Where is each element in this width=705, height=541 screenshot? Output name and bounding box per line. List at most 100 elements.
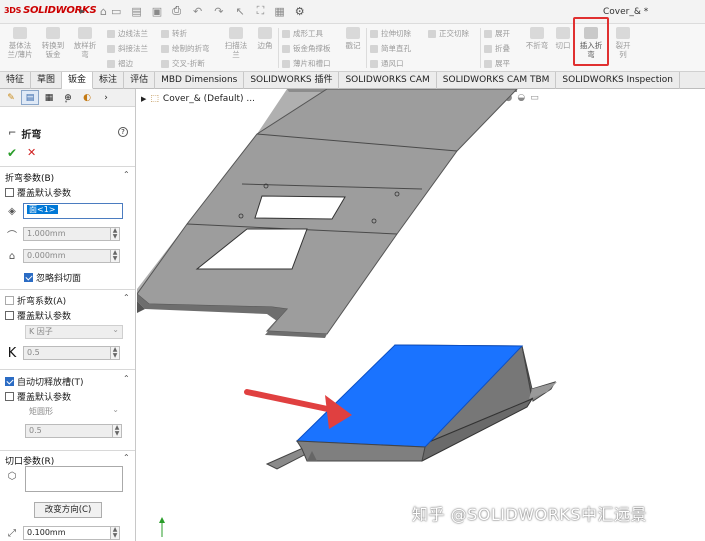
relief-override-checkbox[interactable]: 覆盖默认参数 xyxy=(5,390,71,403)
checkbox-box[interactable] xyxy=(5,392,14,401)
k-factor-spinner[interactable]: ▲ ▼ xyxy=(110,346,120,360)
graphics-viewport[interactable]: ▶⬚Cover_& (Default) ... ⊕ ⌕ ↶ ◧ ✎ ▣ ◆ ◉ … xyxy=(137,89,705,541)
select-pointer-icon[interactable]: ↖ xyxy=(235,5,244,18)
home-icon[interactable]: ⌂ xyxy=(100,5,107,18)
redo-icon[interactable]: ↷ xyxy=(214,5,223,18)
vent-button[interactable]: 通风口 xyxy=(370,58,404,69)
bend-override-checkbox[interactable]: 覆盖默认参数 xyxy=(5,186,71,199)
lofted-bend-button[interactable]: 放样折弯 xyxy=(70,27,100,59)
section-divider xyxy=(0,450,135,451)
tab-addins[interactable]: SOLIDWORKS 插件 xyxy=(244,72,340,89)
tab-cam[interactable]: SOLIDWORKS CAM xyxy=(339,72,437,89)
base-flange-button[interactable]: 基体法 兰/薄片 xyxy=(4,27,36,59)
print-icon[interactable]: ⎙ xyxy=(172,4,181,18)
bend-allowance-heading[interactable]: 折弯系数(A) xyxy=(5,294,66,307)
bend-radius-row: ⌒ 1.000mm ▲ ▼ xyxy=(5,227,120,242)
fixed-face-selection-box[interactable]: 面<1> xyxy=(23,203,123,219)
miter-flange-button[interactable]: 斜接法兰 xyxy=(107,43,148,54)
configuration-manager-tab-icon[interactable]: ▦ xyxy=(40,90,58,105)
relief-ratio-input[interactable]: 0.5 xyxy=(25,424,113,438)
tab-sketch[interactable]: 草图 xyxy=(31,72,63,89)
cross-break-button[interactable]: 交叉-折断 xyxy=(161,58,205,69)
split-button[interactable]: 裂开列 xyxy=(610,27,636,59)
fold-button[interactable]: 折叠 xyxy=(484,43,510,54)
rebuild-icon[interactable]: ⛶ xyxy=(257,4,265,18)
tab-slot-button[interactable]: 薄片和槽口 xyxy=(282,58,331,69)
no-bends-button[interactable]: 不折弯 xyxy=(524,27,550,50)
allowance-type-select[interactable]: K 因子 xyxy=(25,324,123,339)
bend-radius-spinner[interactable]: ▲ ▼ xyxy=(110,227,120,241)
unfold-button[interactable]: 展开 xyxy=(484,28,510,39)
convert-to-sheet-metal-button[interactable]: 转换到 钣金 xyxy=(38,27,68,59)
feature-manager-tab-icon[interactable]: ✎ xyxy=(2,90,20,105)
jog-button[interactable]: 转折 xyxy=(161,28,187,39)
checkbox-box[interactable] xyxy=(5,311,14,320)
gusset-button[interactable]: 钣金角撑板 xyxy=(282,43,331,54)
property-manager-tab-icon[interactable]: ▤ xyxy=(21,90,39,105)
thickness-icon: ⌂ xyxy=(8,250,16,262)
swept-flange-button[interactable]: 扫描法兰 xyxy=(220,27,252,59)
tab-sheet-metal[interactable]: 钣金 xyxy=(62,72,94,89)
forming-tool-icon xyxy=(282,29,290,38)
sketched-bend-button[interactable]: 绘制的折弯 xyxy=(161,43,210,54)
tab-evaluate[interactable]: 评估 xyxy=(124,72,156,89)
tab-cam-tbm[interactable]: SOLIDWORKS CAM TBM xyxy=(437,72,557,89)
collapse-bend-params-icon[interactable]: ⌃ xyxy=(123,170,130,179)
tab-inspection[interactable]: SOLIDWORKS Inspection xyxy=(556,72,680,89)
thickness-input[interactable]: 0.000mm xyxy=(23,249,111,263)
collapse-relief-icon[interactable]: ⌃ xyxy=(123,374,130,383)
unfold-icon xyxy=(484,29,492,38)
forming-tool-button[interactable]: 成形工具 xyxy=(282,28,323,39)
options-gear-icon[interactable]: ⚙ xyxy=(295,5,305,18)
sketched-bend-icon xyxy=(161,44,169,53)
allowance-override-checkbox[interactable]: 覆盖默认参数 xyxy=(5,309,71,322)
relief-ratio-spinner[interactable]: ▲ ▼ xyxy=(112,424,122,438)
edge-flange-button[interactable]: 边线法兰 xyxy=(107,28,148,39)
checkbox-box-checked[interactable] xyxy=(5,377,14,386)
stamp-button[interactable]: 戳记 xyxy=(342,27,364,50)
corners-button[interactable]: 边角 xyxy=(254,27,276,50)
display-manager-tab-icon[interactable]: ◐ xyxy=(78,90,96,105)
collapse-allowance-icon[interactable]: ⌃ xyxy=(123,293,130,302)
gusset-icon xyxy=(282,44,290,53)
tab-mbd-dimensions[interactable]: MBD Dimensions xyxy=(155,72,245,89)
extruded-cut-button[interactable]: 拉伸切除 xyxy=(370,28,411,39)
quick-access-toolbar: ⌂ ▭ ▤ ▣ ⎙ ↶ ↷ ↖ ⛶ ▦ ⚙ xyxy=(100,4,305,18)
open-folder-icon[interactable]: ▤ xyxy=(131,5,141,18)
k-factor-input[interactable]: 0.5 xyxy=(23,346,111,360)
collapse-rip-icon[interactable]: ⌃ xyxy=(123,453,130,462)
auto-relief-heading[interactable]: 自动切释放槽(T) xyxy=(5,375,84,388)
flatten-button[interactable]: 展平 xyxy=(484,58,510,69)
tab-markup[interactable]: 标注 xyxy=(93,72,125,89)
normal-cut-button[interactable]: 正交切除 xyxy=(428,28,469,39)
checkbox-box[interactable] xyxy=(5,188,14,197)
rip-edges-selection-box[interactable] xyxy=(25,466,123,492)
save-icon[interactable]: ▣ xyxy=(152,5,162,18)
rip-button[interactable]: 切口 xyxy=(553,27,573,50)
fixed-face-row: ◈ 面<1> xyxy=(5,203,123,219)
rip-gap-spinner[interactable]: ▲ ▼ xyxy=(110,526,120,540)
thickness-spinner[interactable]: ▲ ▼ xyxy=(110,249,120,263)
tab-features[interactable]: 特征 xyxy=(0,72,32,89)
cancel-x-icon[interactable]: ✕ xyxy=(27,146,36,159)
coordinate-triad-icon xyxy=(159,517,165,537)
file-properties-icon[interactable]: ▦ xyxy=(274,5,284,18)
undo-icon[interactable]: ↶ xyxy=(193,5,202,18)
bend-radius-input[interactable]: 1.000mm xyxy=(23,227,111,241)
help-icon[interactable]: ? xyxy=(118,127,128,137)
bend-parameters-heading[interactable]: 折弯参数(B) xyxy=(5,171,54,184)
property-manager-panel: ✎ ▤ ▦ ⊕ ◐ › • ⌐ 折弯 ? ✔ ✕ 折弯参数(B) ⌃ 覆盖默认参数… xyxy=(0,89,136,541)
hem-button[interactable]: 褶边 xyxy=(107,58,133,69)
checkbox-box[interactable] xyxy=(5,296,14,305)
ignore-bevel-checkbox[interactable]: 忽略斜切面 xyxy=(24,271,81,284)
more-tabs-icon[interactable]: › xyxy=(97,90,115,105)
new-document-icon[interactable]: ▭ xyxy=(111,5,121,18)
menu-expand-icon[interactable]: ▸ xyxy=(80,6,85,17)
rip-gap-input[interactable]: 0.100mm xyxy=(23,526,111,540)
relief-type-select[interactable]: 矩圆形 xyxy=(25,404,123,419)
simple-hole-button[interactable]: 简单直孔 xyxy=(370,43,411,54)
checkbox-box-checked[interactable] xyxy=(24,273,33,282)
change-direction-button[interactable]: 改变方向(C) xyxy=(34,502,102,518)
ok-check-icon[interactable]: ✔ xyxy=(7,146,17,160)
watermark-text: 知乎 @SOLIDWORKS中汇远景 xyxy=(412,505,647,524)
